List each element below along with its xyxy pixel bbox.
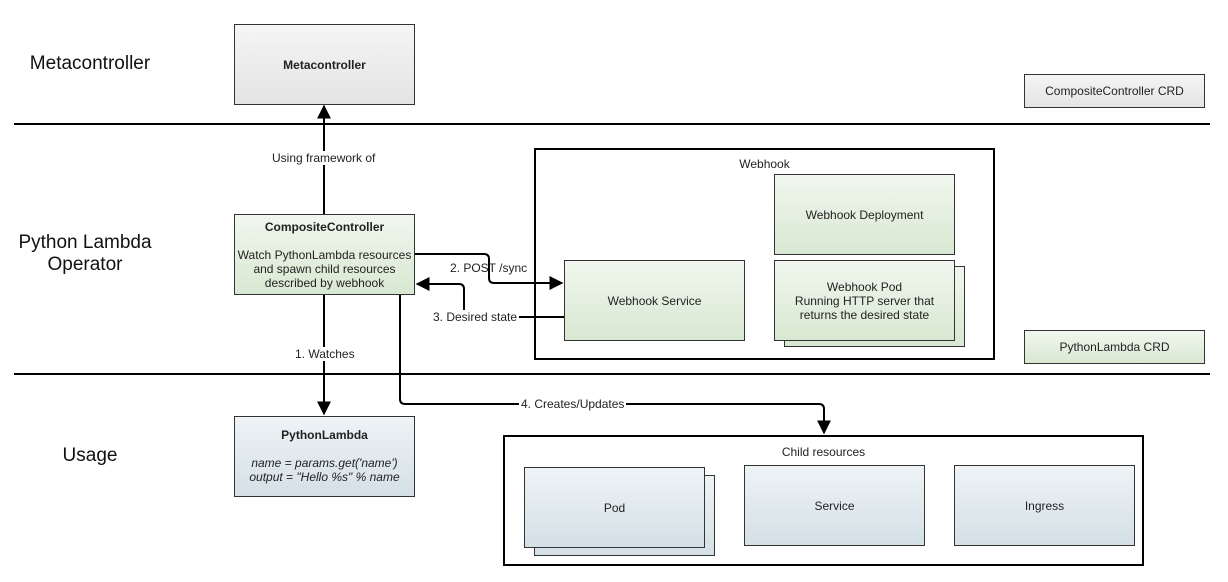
webhook-service-label: Webhook Service [607, 293, 702, 308]
edge-label-watches: 1. Watches [293, 347, 357, 361]
lane-divider-bottom [14, 373, 1210, 375]
webhook-service-node[interactable]: Webhook Service [564, 260, 745, 341]
lane-divider-top [14, 123, 1210, 125]
lane-label-operator: Python Lambda Operator [10, 232, 160, 276]
lane-label-metacontroller: Metacontroller [29, 53, 151, 74]
child-service-node[interactable]: Service [744, 465, 925, 546]
webhook-pod-line2: Running HTTP server that [794, 293, 935, 308]
child-pod-node[interactable]: Pod [524, 467, 705, 548]
webhook-pod-node[interactable]: Webhook Pod Running HTTP server that ret… [774, 260, 955, 341]
metacontroller-node[interactable]: Metacontroller [234, 24, 415, 105]
composite-controller-crd-label: CompositeController CRD [1045, 84, 1184, 98]
python-lambda-node[interactable]: PythonLambda name = params.get('name') o… [234, 416, 415, 497]
edge-label-using-framework: Using framework of [270, 151, 378, 165]
metacontroller-node-title: Metacontroller [283, 57, 366, 72]
child-pod-label: Pod [603, 500, 626, 515]
webhook-deployment-label: Webhook Deployment [805, 207, 924, 222]
edge-label-desired-state: 3. Desired state [431, 310, 520, 324]
webhook-pod-line3: returns the desired state [799, 307, 930, 322]
edge-label-post-sync: 2. POST /sync [450, 261, 528, 275]
lane-label-operator-line2: Operator [47, 254, 123, 275]
webhook-group-title: Webhook [739, 157, 790, 171]
python-lambda-code-line1: name = params.get('name') [251, 456, 398, 470]
child-ingress-node[interactable]: Ingress [954, 465, 1135, 546]
composite-controller-crd-node[interactable]: CompositeController CRD [1024, 74, 1205, 108]
webhook-deployment-node[interactable]: Webhook Deployment [774, 174, 955, 255]
python-lambda-title: PythonLambda [281, 428, 368, 442]
child-resources-title: Child resources [781, 445, 866, 459]
child-service-label: Service [814, 498, 855, 513]
composite-controller-desc-line2: and spawn child resources [253, 262, 396, 276]
composite-controller-title: CompositeController [264, 220, 385, 234]
python-lambda-crd-node[interactable]: PythonLambda CRD [1024, 330, 1205, 364]
composite-controller-desc-line1: Watch PythonLambda resources [237, 248, 412, 262]
composite-controller-desc-line3: described by webhook [264, 276, 385, 290]
webhook-pod-line1: Webhook Pod [826, 279, 903, 294]
lane-label-usage: Usage [62, 445, 118, 466]
child-ingress-label: Ingress [1024, 498, 1065, 513]
composite-controller-node[interactable]: CompositeController Watch PythonLambda r… [234, 214, 415, 295]
lane-label-operator-line1: Python Lambda [18, 232, 152, 253]
python-lambda-code-line2: output = "Hello %s" % name [249, 470, 400, 484]
python-lambda-crd-label: PythonLambda CRD [1059, 340, 1170, 354]
edge-label-creates-updates: 4. Creates/Updates [519, 397, 627, 411]
